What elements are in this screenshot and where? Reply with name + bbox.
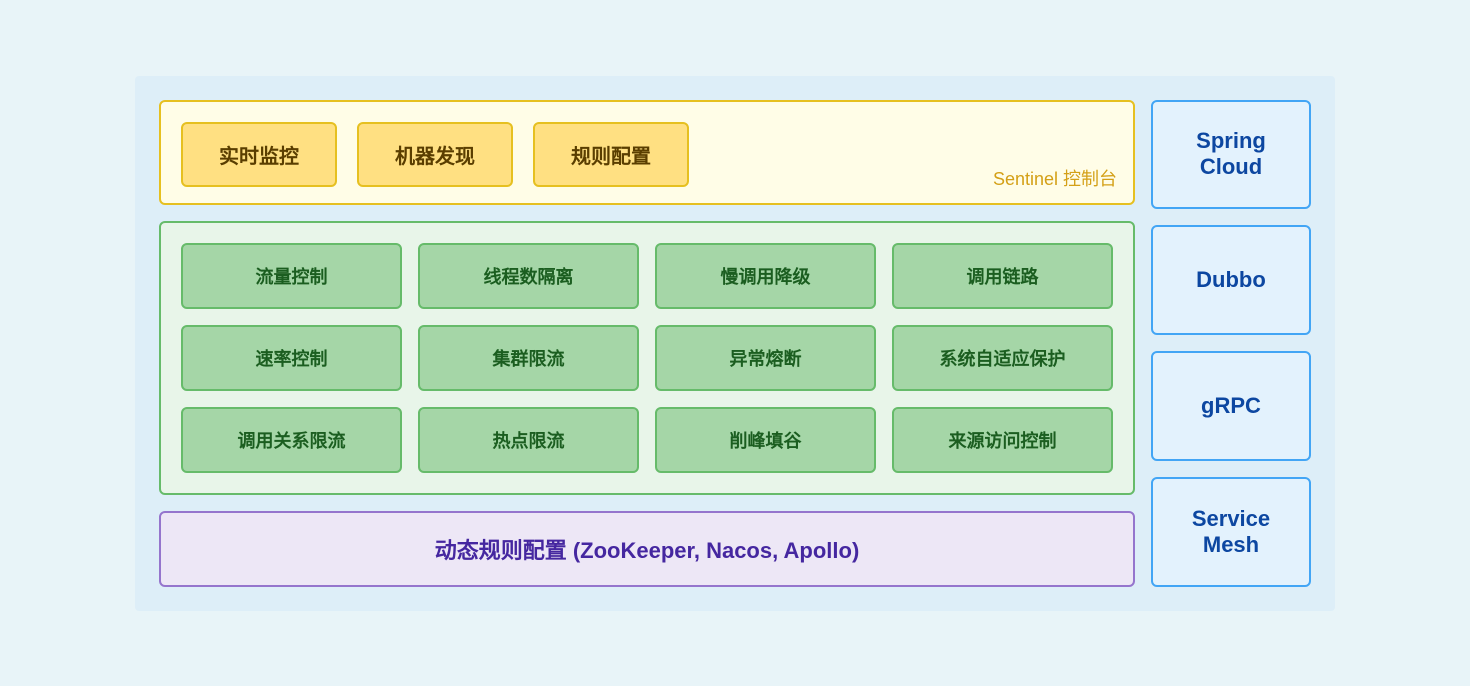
- sentinel-items: 实时监控 机器发现 规则配置: [181, 122, 1113, 187]
- sentinel-item-rule: 规则配置: [533, 122, 689, 187]
- core-item-peak-fill: 削峰填谷: [655, 407, 876, 473]
- core-item-call-relation-limit: 调用关系限流: [181, 407, 402, 473]
- left-panel: 实时监控 机器发现 规则配置 Sentinel 控制台 流量控制 线程数隔离 慢…: [159, 100, 1135, 587]
- sentinel-item-machine: 机器发现: [357, 122, 513, 187]
- sentinel-item-realtime: 实时监控: [181, 122, 337, 187]
- right-item-grpc: gRPC: [1151, 351, 1311, 461]
- core-item-flow-control: 流量控制: [181, 243, 402, 309]
- sentinel-section: 实时监控 机器发现 规则配置 Sentinel 控制台: [159, 100, 1135, 205]
- core-item-rate-control: 速率控制: [181, 325, 402, 391]
- core-item-source-access-control: 来源访问控制: [892, 407, 1113, 473]
- right-item-service-mesh: Service Mesh: [1151, 477, 1311, 587]
- dynamic-section: 动态规则配置 (ZooKeeper, Nacos, Apollo): [159, 511, 1135, 587]
- core-item-thread-isolation: 线程数隔离: [418, 243, 639, 309]
- core-item-hotspot-limit: 热点限流: [418, 407, 639, 473]
- right-panel: Spring Cloud Dubbo gRPC Service Mesh: [1151, 100, 1311, 587]
- core-item-exception-breaker: 异常熔断: [655, 325, 876, 391]
- core-item-system-protection: 系统自适应保护: [892, 325, 1113, 391]
- main-container: 实时监控 机器发现 规则配置 Sentinel 控制台 流量控制 线程数隔离 慢…: [135, 76, 1335, 611]
- core-item-cluster-limit: 集群限流: [418, 325, 639, 391]
- dynamic-text: 动态规则配置 (ZooKeeper, Nacos, Apollo): [435, 538, 860, 563]
- core-item-call-chain: 调用链路: [892, 243, 1113, 309]
- right-item-spring-cloud: Spring Cloud: [1151, 100, 1311, 210]
- core-section: 流量控制 线程数隔离 慢调用降级 调用链路 速率控制 集群限流 异常熔断 系统自…: [159, 221, 1135, 495]
- core-item-slow-degradation: 慢调用降级: [655, 243, 876, 309]
- core-grid: 流量控制 线程数隔离 慢调用降级 调用链路 速率控制 集群限流 异常熔断 系统自…: [181, 243, 1113, 473]
- right-item-dubbo: Dubbo: [1151, 225, 1311, 335]
- sentinel-label: Sentinel 控制台: [993, 165, 1117, 191]
